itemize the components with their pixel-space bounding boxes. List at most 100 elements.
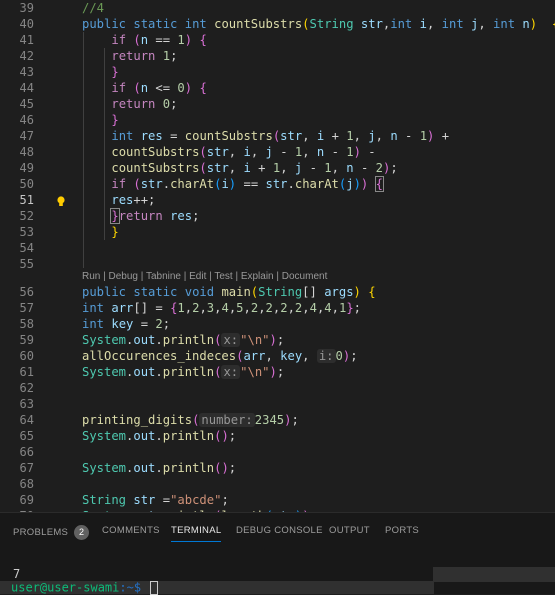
code-text: int res = countSubstrs(str, i + 1, j, n … xyxy=(82,128,449,144)
code-token: i xyxy=(221,177,229,191)
line-number: 66 xyxy=(19,445,34,459)
code-token: System xyxy=(82,461,127,475)
code-text: System.out.println(x: "\n"); xyxy=(82,364,284,380)
code-text: if (str.charAt(i) == str.charAt(j)) { xyxy=(82,176,385,192)
code-line[interactable]: 62 xyxy=(0,380,555,396)
code-token: } xyxy=(111,113,119,127)
code-editor[interactable]: 39 //4 40 public static int countSubstrs(St… xyxy=(0,0,555,512)
code-token: str xyxy=(265,177,288,191)
code-token: i xyxy=(316,129,332,143)
tab-comments[interactable]: COMMENTS xyxy=(102,525,160,536)
codelens-actions[interactable]: Run | Debug | Tabnine | Edit | Test | Ex… xyxy=(82,271,327,282)
code-text: public static int countSubstrs(String st… xyxy=(82,16,555,32)
code-token: ; xyxy=(162,317,171,331)
code-token: str xyxy=(206,161,229,175)
code-token: //4 xyxy=(82,1,105,15)
code-line[interactable]: 39 //4 xyxy=(0,0,555,16)
code-token: ) xyxy=(269,365,277,379)
code-token: println xyxy=(162,365,215,379)
code-line[interactable]: 57 int arr[] = {1,2,3,4,5,2,2,2,2,4,4,1}; xyxy=(0,300,555,316)
code-token: String xyxy=(82,493,134,507)
tab-output[interactable]: OUTPUT xyxy=(329,525,370,536)
code-token: , xyxy=(478,17,494,31)
code-line[interactable]: 64 printing_digits(number: 2345); xyxy=(0,412,555,428)
code-token: , xyxy=(258,301,266,315)
code-token: String xyxy=(258,285,303,299)
code-token: , xyxy=(302,145,317,159)
code-token: int xyxy=(82,301,112,315)
code-line[interactable]: 61 System.out.println(x: "\n"); xyxy=(0,364,555,380)
code-line[interactable]: 60 allOccurences_indeces(arr, key, i: 0); xyxy=(0,348,555,364)
tab-problems[interactable]: PROBLEMS 2 xyxy=(13,525,90,540)
code-token: if xyxy=(111,81,134,95)
line-number: 49 xyxy=(19,161,34,175)
code-text: return 1; xyxy=(82,48,177,64)
code-line[interactable]: 66 xyxy=(0,444,555,460)
code-token: arr xyxy=(243,349,266,363)
code-line[interactable]: 68 xyxy=(0,476,555,492)
code-token: , xyxy=(228,161,244,175)
code-token: , xyxy=(302,129,317,143)
code-token: , xyxy=(228,145,244,159)
tab-terminal[interactable]: TERMINAL xyxy=(171,525,222,542)
line-number: 60 xyxy=(19,349,34,363)
code-token: , xyxy=(353,129,369,143)
code-token: charAt xyxy=(170,177,215,191)
code-token: ; xyxy=(221,493,229,507)
code-line[interactable]: 63 xyxy=(0,396,555,412)
code-token: + xyxy=(434,129,450,143)
code-token: { xyxy=(199,33,207,47)
tab-debug-console[interactable]: DEBUG CONSOLE xyxy=(236,525,323,536)
code-line[interactable]: 58 int key = 2; xyxy=(0,316,555,332)
code-token: out xyxy=(133,333,156,347)
code-token: { xyxy=(199,81,207,95)
line-number: 58 xyxy=(19,317,34,331)
code-token: 0 xyxy=(162,97,171,111)
line-number: 41 xyxy=(19,33,34,47)
line-number: 65 xyxy=(19,429,34,443)
code-token: 0 xyxy=(335,349,343,363)
line-number: 67 xyxy=(19,461,34,475)
code-text: if (n <= 0) { xyxy=(82,80,207,96)
code-text: return 0; xyxy=(82,96,177,112)
code-token: = xyxy=(170,129,185,143)
code-token: == xyxy=(236,177,266,191)
terminal-prompt[interactable]: user@user-swami:~$ xyxy=(0,581,434,595)
code-text: countSubstrs(str, i + 1, j - 1, n - 2); xyxy=(82,160,397,176)
code-token: out xyxy=(133,365,156,379)
code-line[interactable]: 56 public static void main(String[] args)… xyxy=(0,284,555,300)
line-number: 47 xyxy=(19,129,34,143)
line-number: 54 xyxy=(19,241,34,255)
code-token: . xyxy=(162,177,171,191)
line-number: 46 xyxy=(19,113,34,127)
line-number: 55 xyxy=(19,257,34,271)
code-token: ; xyxy=(228,461,237,475)
code-line[interactable]: 40 public static int countSubstrs(String … xyxy=(0,16,555,32)
terminal-side-bar xyxy=(433,567,555,582)
code-token: = xyxy=(140,317,156,331)
code-line[interactable]: 59 System.out.println(x: "\n"); xyxy=(0,332,555,348)
code-token: ( xyxy=(199,145,207,159)
code-token: , xyxy=(331,161,347,175)
code-token: int xyxy=(184,17,215,31)
code-token: out xyxy=(133,461,156,475)
line-number: 39 xyxy=(19,1,34,15)
code-line[interactable]: 67 System.out.println(); xyxy=(0,460,555,476)
code-token: , xyxy=(331,301,339,315)
code-line[interactable]: 69 String str ="abcde"; xyxy=(0,492,555,508)
code-token: static xyxy=(133,17,185,31)
code-token: - xyxy=(309,161,325,175)
code-token: countSubstrs xyxy=(184,129,273,143)
tab-ports[interactable]: PORTS xyxy=(385,525,419,536)
code-token: j xyxy=(368,129,376,143)
code-line[interactable]: 65 System.out.println(); xyxy=(0,428,555,444)
code-token: 2 xyxy=(280,301,288,315)
lightbulb-icon[interactable] xyxy=(56,192,66,206)
code-token: j xyxy=(346,177,354,191)
code-text: int key = 2; xyxy=(82,316,170,332)
code-text: //4 xyxy=(82,0,104,16)
code-token: allOccurences_indeces xyxy=(82,349,237,363)
